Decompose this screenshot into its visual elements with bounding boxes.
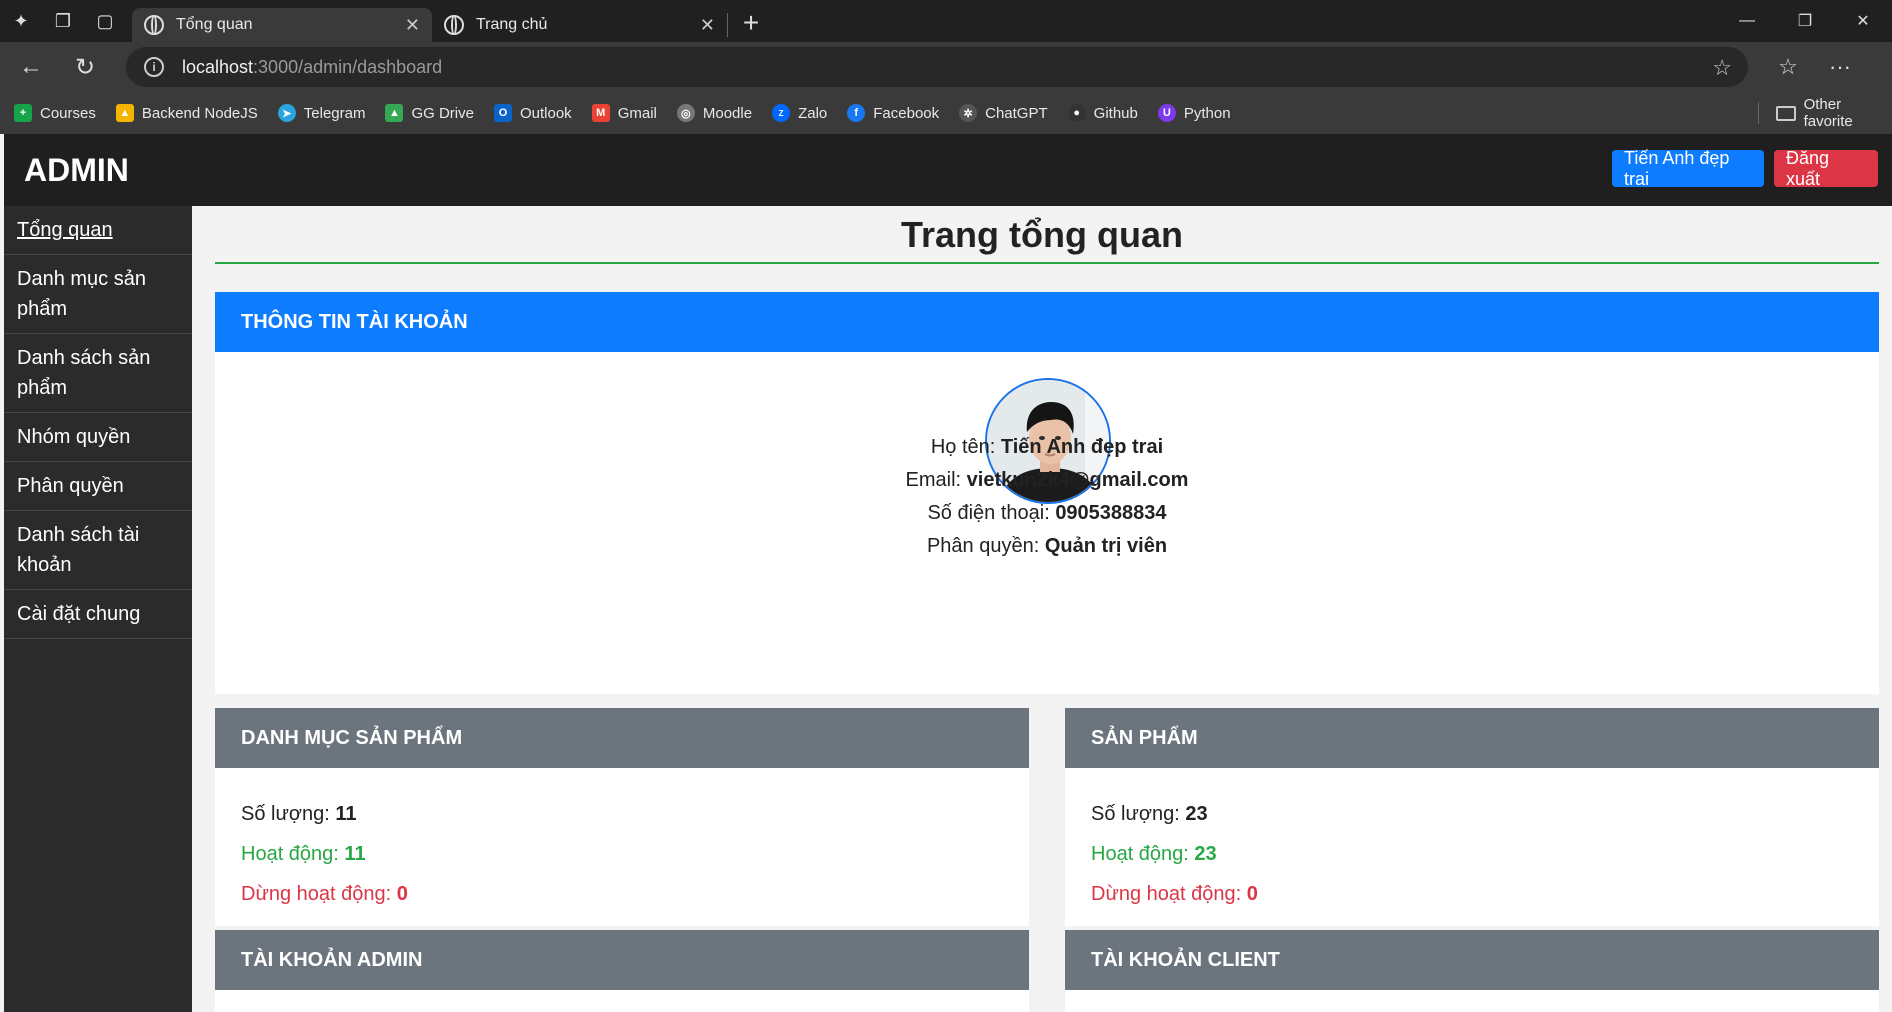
products-inactive: Dừng hoạt động: 0 <box>1091 883 1258 905</box>
client-accounts-card: TÀI KHOẢN CLIENT <box>1065 930 1879 1012</box>
bookmark-separator <box>1758 102 1759 124</box>
tab-overview[interactable]: Tổng quan ✕ <box>132 8 432 42</box>
categories-inactive: Dừng hoạt động: 0 <box>241 883 408 905</box>
title-divider <box>215 262 1879 264</box>
page-title: Trang tổng quan <box>901 214 1183 255</box>
tab-title: Trang chủ <box>476 16 548 33</box>
address-toolbar: ← ↻ i localhost:3000/admin/dashboard ☆ ☆… <box>0 42 1892 92</box>
favorite-star-icon[interactable]: ☆ <box>1712 55 1732 81</box>
bookmark-zalo[interactable]: Z Zalo <box>772 104 827 122</box>
products-card: SẢN PHẨM Số lượng: 23 Hoạt động: 23 Dừng… <box>1065 708 1879 926</box>
bookmark-backend-nodejs[interactable]: ▲ Backend NodeJS <box>115 104 258 122</box>
bookmark-courses[interactable]: + Courses <box>14 104 96 122</box>
account-role: Phân quyền: Quản trị viên <box>926 535 1168 557</box>
back-icon[interactable]: ← <box>8 47 54 87</box>
user-profile-button[interactable]: Tiến Anh đẹp trai <box>1612 148 1764 189</box>
bookmark-github[interactable]: ● Github <box>1067 104 1138 122</box>
tab-home[interactable]: Trang chủ ✕ <box>432 8 727 42</box>
account-card-header: THÔNG TIN TÀI KHOẢN <box>215 292 1879 352</box>
close-window-icon[interactable]: ✕ <box>1834 11 1892 31</box>
logout-button[interactable]: Đăng xuất <box>1774 148 1878 189</box>
categories-card: DANH MỤC SẢN PHẨM Số lượng: 11 Hoạt động… <box>215 708 1029 926</box>
url-field[interactable]: i localhost:3000/admin/dashboard ☆ <box>126 47 1748 87</box>
plus-icon: + <box>14 104 32 122</box>
sidebar-item-product-list[interactable]: Danh sách sản phẩm <box>4 334 192 413</box>
drive-icon: ▲ <box>385 104 404 122</box>
telegram-icon: ➤ <box>277 104 296 122</box>
globe-icon <box>144 15 164 35</box>
categories-card-header: DANH MỤC SẢN PHẨM <box>215 708 1029 768</box>
sidebar-item-roles[interactable]: Nhóm quyền <box>4 413 192 462</box>
github-icon: ● <box>1067 104 1086 122</box>
gmail-icon: M <box>591 104 610 122</box>
outlook-icon: O <box>493 104 512 122</box>
folder-icon <box>1776 105 1796 121</box>
sidebar-item-product-categories[interactable]: Danh mục sản phẩm <box>4 255 192 334</box>
restore-icon[interactable]: ❐ <box>1776 11 1834 31</box>
workspaces-icon[interactable]: ❐ <box>42 0 84 42</box>
tab-title: Tổng quan <box>176 16 253 33</box>
globe-icon <box>444 15 464 35</box>
python-icon: U <box>1157 104 1176 122</box>
brand-logo[interactable]: ADMIN <box>24 152 129 189</box>
page-viewport: ADMIN Tiến Anh đẹp trai Đăng xuất Tổng q… <box>4 134 1892 1012</box>
app-header: ADMIN Tiến Anh đẹp trai Đăng xuất <box>4 134 1892 206</box>
url-text[interactable]: localhost:3000/admin/dashboard <box>182 57 442 78</box>
sidebar-item-overview[interactable]: Tổng quan <box>4 206 192 255</box>
account-name: Họ tên: Tiến Anh đẹp trai <box>930 436 1164 458</box>
toolbar-right: ☆ ··· <box>1762 42 1866 92</box>
browser-titlebar: ✦ ❐ ▢ Tổng quan ✕ Trang chủ ✕ + — ❐ ✕ <box>0 0 1892 42</box>
account-info-card: THÔNG TIN TÀI KHOẢN Họ tên: Tiến Anh đẹp… <box>215 292 1879 694</box>
bookmark-gg-drive[interactable]: ▲ GG Drive <box>385 104 474 122</box>
more-icon[interactable]: ··· <box>1814 54 1866 80</box>
chatgpt-icon: ✲ <box>959 104 978 122</box>
bookmark-facebook[interactable]: f Facebook <box>847 104 939 122</box>
close-icon[interactable]: ✕ <box>405 15 420 36</box>
account-phone: Số điện thoại: 0905388834 <box>927 502 1167 524</box>
bookmark-gmail[interactable]: M Gmail <box>591 104 657 122</box>
bookmark-outlook[interactable]: O Outlook <box>493 104 572 122</box>
minimize-icon[interactable]: — <box>1718 12 1776 30</box>
sidebar: Tổng quan Danh mục sản phẩm Danh sách sả… <box>4 206 192 1012</box>
zalo-icon: Z <box>772 104 791 122</box>
refresh-icon[interactable]: ↻ <box>62 47 108 87</box>
globe-icon: ◎ <box>676 104 695 122</box>
client-accounts-card-header: TÀI KHOẢN CLIENT <box>1065 930 1879 990</box>
products-count: Số lượng: 23 <box>1091 803 1208 825</box>
favorites-icon[interactable]: ☆ <box>1762 54 1814 80</box>
drive-icon: ▲ <box>115 104 134 122</box>
close-icon[interactable]: ✕ <box>700 15 715 36</box>
bookmark-python[interactable]: U Python <box>1157 104 1231 122</box>
categories-active: Hoạt động: 11 <box>241 843 366 865</box>
profile-icon[interactable]: ✦ <box>0 0 42 42</box>
main-content: Trang tổng quan THÔNG TIN TÀI KHOẢN Họ t… <box>192 206 1892 1012</box>
sidebar-item-settings[interactable]: Cài đặt chung <box>4 590 192 639</box>
sidebar-item-accounts[interactable]: Danh sách tài khoản <box>4 511 192 590</box>
facebook-icon: f <box>847 104 866 122</box>
site-info-icon[interactable]: i <box>144 57 164 77</box>
admin-accounts-card-header: TÀI KHOẢN ADMIN <box>215 930 1029 990</box>
bookmark-telegram[interactable]: ➤ Telegram <box>277 104 365 122</box>
products-active: Hoạt động: 23 <box>1091 843 1217 865</box>
sidebar-item-permissions[interactable]: Phân quyền <box>4 462 192 511</box>
window-controls: — ❐ ✕ <box>1718 0 1892 42</box>
account-email: Email: vietkun2k4@gmail.com <box>905 469 1189 491</box>
bookmarks-bar: + Courses ▲ Backend NodeJS ➤ Telegram ▲ GG D… <box>0 92 1892 134</box>
admin-accounts-card: TÀI KHOẢN ADMIN <box>215 930 1029 1012</box>
products-card-header: SẢN PHẨM <box>1065 708 1879 768</box>
categories-count: Số lượng: 11 <box>241 803 357 825</box>
new-tab-icon[interactable]: + <box>728 7 774 39</box>
tab-actions-icon[interactable]: ▢ <box>84 0 126 42</box>
bookmark-moodle[interactable]: ◎ Moodle <box>676 104 752 122</box>
bookmark-chatgpt[interactable]: ✲ ChatGPT <box>959 104 1048 122</box>
bookmark-other-favorites[interactable]: Other favorite <box>1776 92 1892 134</box>
